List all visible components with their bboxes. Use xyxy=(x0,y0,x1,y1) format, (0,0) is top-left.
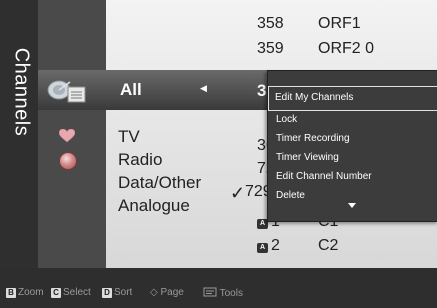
hint-select: C Select xyxy=(51,287,91,298)
hint-label: Tools xyxy=(219,288,243,299)
menu-item-label: Edit My Channels xyxy=(275,92,354,103)
check-mark-icon: ✓ xyxy=(230,183,246,203)
category-analogue[interactable]: Analogue xyxy=(118,196,190,216)
channel-row-analogue[interactable]: A2 xyxy=(257,237,280,255)
hint-page: ◇ Page xyxy=(150,287,184,298)
d-key-icon: D xyxy=(102,288,112,298)
globe-icon xyxy=(59,152,77,170)
left-arrow-icon: ◀ xyxy=(200,83,207,93)
sidebar-tab: Channels xyxy=(0,0,38,268)
hint-zoom: B Zoom xyxy=(6,287,44,298)
tools-icon xyxy=(203,287,217,297)
menu-item-lock[interactable]: Lock xyxy=(276,114,297,125)
category-all-label: All xyxy=(120,80,142,99)
c-key-icon: C xyxy=(51,288,61,298)
bottom-help-bar: B Zoom C Select D Sort ◇ Page Tools xyxy=(0,268,437,308)
hint-label: Select xyxy=(63,287,91,298)
menu-item-delete[interactable]: Delete xyxy=(276,190,305,201)
scroll-down-arrow-icon[interactable] xyxy=(348,203,356,208)
channel-name[interactable]: C2 xyxy=(318,237,338,255)
menu-item-edit-my-channels[interactable]: Edit My Channels xyxy=(268,86,437,111)
category-radio[interactable]: Radio xyxy=(118,150,162,170)
hint-label: Sort xyxy=(114,287,133,298)
analogue-badge-icon: A xyxy=(257,243,268,253)
channel-number[interactable]: 358 xyxy=(257,15,284,33)
menu-item-edit-channel-number[interactable]: Edit Channel Number xyxy=(276,171,372,182)
category-tv[interactable]: TV xyxy=(118,127,140,147)
b-key-icon: B xyxy=(6,288,16,298)
hint-tools: Tools xyxy=(203,287,243,299)
hint-sort: D Sort xyxy=(102,287,132,298)
hint-label: Page xyxy=(160,287,184,298)
hint-label: Zoom xyxy=(18,287,44,298)
channel-number: 2 xyxy=(271,237,280,254)
sidebar-title: Channels xyxy=(10,47,33,137)
channel-name[interactable]: ORF1 xyxy=(318,15,361,33)
satellite-dish-icon xyxy=(47,80,86,103)
menu-item-timer-viewing[interactable]: Timer Viewing xyxy=(276,152,339,163)
page-arrows-icon: ◇ xyxy=(150,287,158,298)
heart-icon xyxy=(59,129,75,143)
category-data-other[interactable]: Data/Other xyxy=(118,173,201,193)
channel-list-screen: Channels All ◀ TV Radio Data/Other Analo… xyxy=(0,0,437,308)
channel-name[interactable]: ORF2 0 xyxy=(318,40,374,58)
tools-menu: Edit My Channels Lock Timer Recording Ti… xyxy=(267,70,437,222)
channel-number[interactable]: 359 xyxy=(257,40,284,58)
menu-item-timer-recording[interactable]: Timer Recording xyxy=(276,133,350,144)
